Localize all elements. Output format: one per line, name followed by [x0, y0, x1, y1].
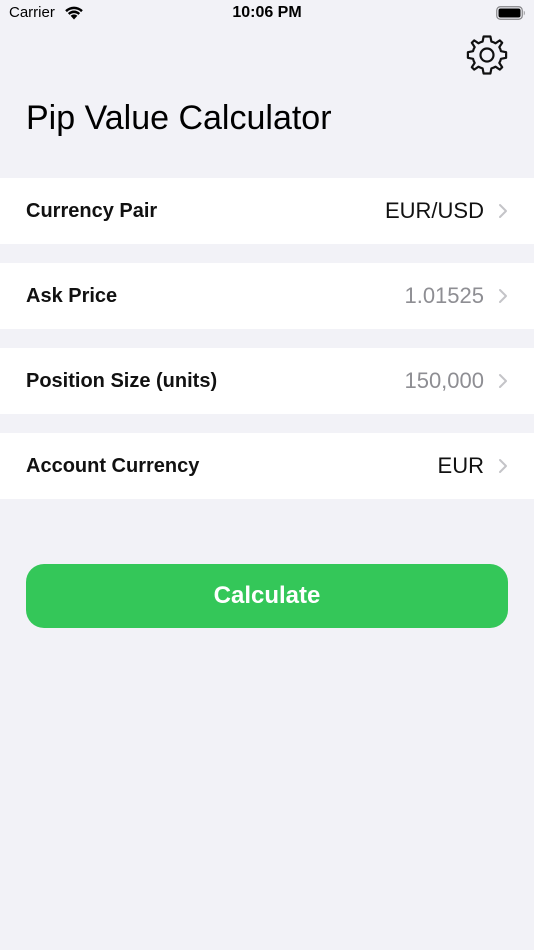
gear-icon: [466, 35, 508, 75]
ask-price-label: Ask Price: [26, 284, 118, 307]
account-currency-label: Account Currency: [26, 454, 200, 477]
page-title: Pip Value Calculator: [26, 99, 332, 137]
position-size-value: 150,000: [404, 368, 484, 393]
status-bar: Carrier 10:06 PM: [0, 0, 534, 30]
position-size-row[interactable]: Position Size (units) 150,000: [0, 348, 534, 414]
settings-button[interactable]: [464, 32, 510, 78]
chevron-right-icon: [499, 289, 507, 303]
currency-pair-row[interactable]: Currency Pair EUR/USD: [0, 178, 534, 244]
status-time: 10:06 PM: [232, 4, 302, 21]
ask-price-value: 1.01525: [404, 283, 484, 308]
battery-icon: [496, 6, 525, 20]
chevron-right-icon: [499, 374, 507, 388]
position-size-label: Position Size (units): [26, 369, 218, 392]
account-currency-row[interactable]: Account Currency EUR: [0, 433, 534, 499]
chevron-right-icon: [499, 459, 507, 473]
account-currency-value: EUR: [437, 453, 484, 478]
calculate-button[interactable]: Calculate: [26, 564, 508, 628]
chevron-right-icon: [499, 204, 507, 218]
ask-price-row[interactable]: Ask Price 1.01525: [0, 263, 534, 329]
currency-pair-label: Currency Pair: [26, 199, 158, 222]
currency-pair-value: EUR/USD: [384, 198, 484, 223]
